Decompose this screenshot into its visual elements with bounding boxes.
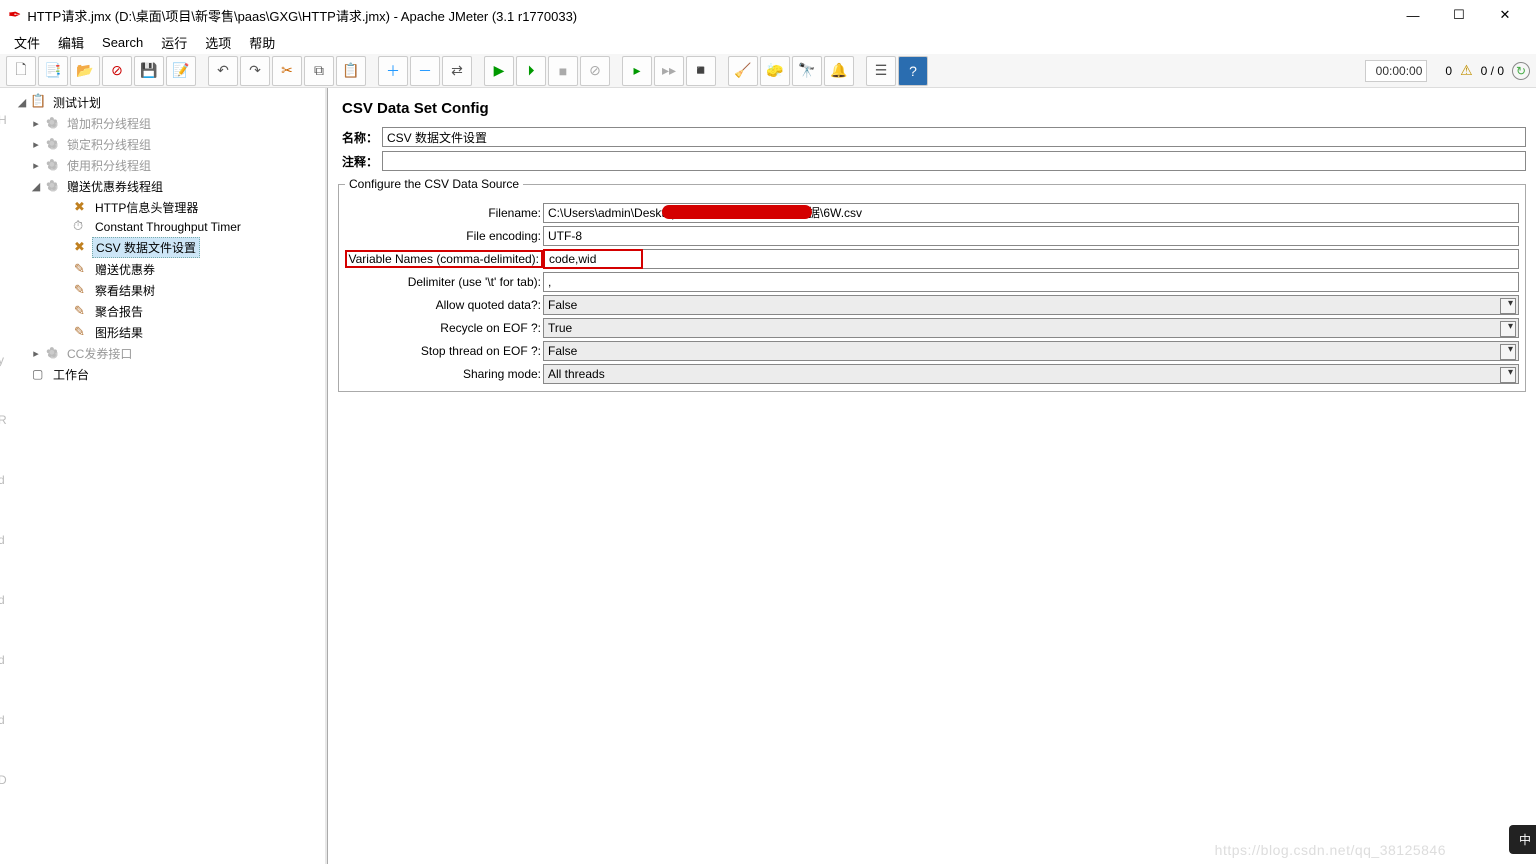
thread-count: 0 / 0 bbox=[1481, 64, 1504, 78]
shutdown-button[interactable]: ⊘ bbox=[580, 56, 610, 86]
name-input[interactable] bbox=[382, 127, 1526, 147]
copy-button[interactable]: ⧉ bbox=[304, 56, 334, 86]
remote-start-all-button[interactable]: ▸▸ bbox=[654, 56, 684, 86]
redo-button[interactable]: ↷ bbox=[240, 56, 270, 86]
tree-g4-view[interactable]: 察看结果树 bbox=[2, 280, 325, 301]
filename-input[interactable]: C:\Users\admin\Desktop\ 压测数据\优惠券压测数据\6W.… bbox=[543, 203, 1519, 223]
tree-g4-csv[interactable]: CSV 数据文件设置 bbox=[2, 236, 325, 259]
tree-g4-header[interactable]: HTTP信息头管理器 bbox=[2, 197, 325, 218]
corner-tag: 中 bbox=[1509, 825, 1536, 854]
vars-input[interactable]: code,wid bbox=[543, 249, 643, 269]
menu-search[interactable]: Search bbox=[94, 33, 151, 52]
start-no-pause-button[interactable]: ⏵ bbox=[516, 56, 546, 86]
recycle-combo[interactable]: True bbox=[543, 318, 1519, 338]
clear-button[interactable]: 🧹 bbox=[728, 56, 758, 86]
timer-display: 00:00:00 bbox=[1365, 60, 1427, 82]
search-button[interactable]: 🔭 bbox=[792, 56, 822, 86]
menu-file[interactable]: 文件 bbox=[6, 31, 48, 54]
tree-panel[interactable]: ◢测试计划 ▸增加积分线程组 ▸锁定积分线程组 ▸使用积分线程组 ◢赠送优惠券线… bbox=[0, 88, 328, 864]
open-button[interactable]: 📂 bbox=[70, 56, 100, 86]
close-button[interactable]: ✕ bbox=[1482, 0, 1528, 30]
status-area: 00:00:00 0 ⚠ 0 / 0 ↻ bbox=[1365, 60, 1530, 82]
menu-options[interactable]: 选项 bbox=[197, 31, 239, 54]
sharing-combo[interactable]: All threads bbox=[543, 364, 1519, 384]
toolbar: 🗋 📑 📂 ⊘ 💾 📝 ↶ ↷ ✂ ⧉ 📋 ＋ － ⇄ ▶ ⏵ ■ ⊘ ▸ ▸▸… bbox=[0, 54, 1536, 88]
window-title: HTTP请求.jmx (D:\桌面\项目\新零售\paas\GXG\HTTP请求… bbox=[27, 6, 1390, 25]
tree-workbench[interactable]: 工作台 bbox=[2, 364, 325, 385]
window-titlebar: ✒ HTTP请求.jmx (D:\桌面\项目\新零售\paas\GXG\HTTP… bbox=[0, 0, 1536, 30]
refresh-icon: ↻ bbox=[1512, 62, 1530, 80]
tree-group3[interactable]: ▸使用积分线程组 bbox=[2, 155, 325, 176]
toggle-button[interactable]: ⇄ bbox=[442, 56, 472, 86]
menu-run[interactable]: 运行 bbox=[153, 31, 195, 54]
help-button[interactable]: ? bbox=[898, 56, 928, 86]
tree-group1[interactable]: ▸增加积分线程组 bbox=[2, 113, 325, 134]
start-button[interactable]: ▶ bbox=[484, 56, 514, 86]
tree-group4[interactable]: ◢赠送优惠券线程组 bbox=[2, 176, 325, 197]
reset-search-button[interactable]: 🔔 bbox=[824, 56, 854, 86]
vars-input-rest[interactable] bbox=[643, 249, 1519, 269]
undo-button[interactable]: ↶ bbox=[208, 56, 238, 86]
save-as-button[interactable]: 📝 bbox=[166, 56, 196, 86]
templates-button[interactable]: 📑 bbox=[38, 56, 68, 86]
stop-label: Stop thread on EOF ?: bbox=[345, 344, 543, 358]
recycle-label: Recycle on EOF ?: bbox=[345, 321, 543, 335]
tree-g4-agg[interactable]: 聚合报告 bbox=[2, 301, 325, 322]
tree-group2[interactable]: ▸锁定积分线程组 bbox=[2, 134, 325, 155]
stop-combo[interactable]: False bbox=[543, 341, 1519, 361]
comment-label: 注释： bbox=[338, 153, 382, 170]
paste-button[interactable]: 📋 bbox=[336, 56, 366, 86]
panel-title: CSV Data Set Config bbox=[342, 100, 1526, 117]
warn-count: 0 bbox=[1445, 64, 1452, 78]
function-helper-button[interactable]: ☰ bbox=[866, 56, 896, 86]
tree-group5[interactable]: ▸CC发券接口 bbox=[2, 343, 325, 364]
new-button[interactable]: 🗋 bbox=[6, 56, 36, 86]
jmeter-icon: ✒ bbox=[8, 5, 21, 25]
cut-button[interactable]: ✂ bbox=[272, 56, 302, 86]
csv-fieldset: Configure the CSV Data Source Filename: … bbox=[338, 177, 1526, 392]
sharing-label: Sharing mode: bbox=[345, 367, 543, 381]
maximize-button[interactable]: ☐ bbox=[1436, 0, 1482, 30]
menu-help[interactable]: 帮助 bbox=[241, 31, 283, 54]
menu-edit[interactable]: 编辑 bbox=[50, 31, 92, 54]
tree-g4-send[interactable]: 赠送优惠券 bbox=[2, 259, 325, 280]
warning-icon: ⚠ bbox=[1460, 62, 1473, 79]
name-label: 名称： bbox=[338, 129, 382, 146]
edge-letters: H yRdddddD bbox=[0, 90, 7, 810]
tree-testplan[interactable]: ◢测试计划 bbox=[2, 92, 325, 113]
encoding-label: File encoding: bbox=[345, 229, 543, 243]
minimize-button[interactable]: — bbox=[1390, 0, 1436, 30]
filename-label: Filename: bbox=[345, 206, 543, 220]
expand-button[interactable]: ＋ bbox=[378, 56, 408, 86]
delim-label: Delimiter (use '\t' for tab): bbox=[345, 275, 543, 289]
vars-label: Variable Names (comma-delimited): bbox=[345, 250, 543, 268]
stop-button[interactable]: ■ bbox=[548, 56, 578, 86]
config-panel: CSV Data Set Config 名称： 注释： Configure th… bbox=[328, 88, 1536, 864]
tree-g4-graph[interactable]: 图形结果 bbox=[2, 322, 325, 343]
tree-g4-timer[interactable]: Constant Throughput Timer bbox=[2, 218, 325, 236]
quoted-combo[interactable]: False bbox=[543, 295, 1519, 315]
remote-stop-button[interactable]: ◾ bbox=[686, 56, 716, 86]
csv-legend: Configure the CSV Data Source bbox=[345, 177, 523, 191]
save-button[interactable]: 💾 bbox=[134, 56, 164, 86]
close-file-button[interactable]: ⊘ bbox=[102, 56, 132, 86]
clear-all-button[interactable]: 🧽 bbox=[760, 56, 790, 86]
comment-input[interactable] bbox=[382, 151, 1526, 171]
remote-start-button[interactable]: ▸ bbox=[622, 56, 652, 86]
delim-input[interactable]: , bbox=[543, 272, 1519, 292]
encoding-input[interactable]: UTF-8 bbox=[543, 226, 1519, 246]
quoted-label: Allow quoted data?: bbox=[345, 298, 543, 312]
collapse-button[interactable]: － bbox=[410, 56, 440, 86]
menubar: 文件 编辑 Search 运行 选项 帮助 bbox=[0, 30, 1536, 54]
